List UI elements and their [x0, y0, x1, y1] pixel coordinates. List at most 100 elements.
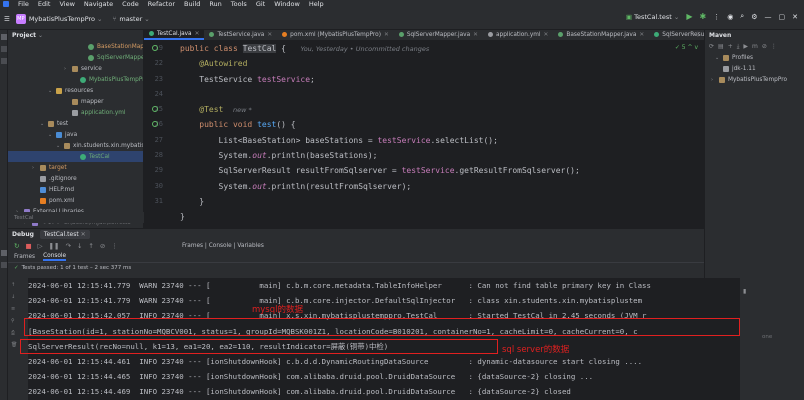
chevron-down-icon[interactable]: ⌄: [48, 132, 54, 138]
scrollbar-handle[interactable]: ▮: [743, 288, 746, 295]
editor-tab[interactable]: application.yml ✕: [483, 30, 553, 40]
pause-icon[interactable]: ❚❚: [49, 242, 60, 250]
tree-item[interactable]: SqlServerMapper: [8, 52, 143, 63]
hamburger-menu-icon[interactable]: ☰: [4, 15, 10, 23]
wrap-icon[interactable]: ≡: [11, 306, 16, 312]
debug-session-tab[interactable]: TestCal.test ✕: [39, 230, 90, 239]
menu-git[interactable]: Git: [256, 0, 265, 8]
tree-item[interactable]: BaseStationMapper: [8, 41, 143, 52]
debug-icon[interactable]: ✱: [699, 12, 706, 21]
editor-tab[interactable]: SqlServerMapper.java ✕: [394, 30, 483, 40]
search-icon[interactable]: ⌕: [740, 12, 744, 21]
step-into-icon[interactable]: ↓: [77, 242, 82, 250]
chevron-down-icon[interactable]: ⌄: [715, 55, 721, 61]
print-icon[interactable]: ⎙: [11, 330, 16, 336]
tree-item[interactable]: ⌄ resources: [8, 85, 143, 96]
inspection-widget[interactable]: ✓ 5 ^ v: [675, 44, 698, 51]
tree-item[interactable]: ⌄ java: [8, 129, 143, 140]
maximize-icon[interactable]: ▢: [779, 13, 786, 21]
tab-console[interactable]: Console: [43, 253, 67, 261]
tab-frames[interactable]: Frames: [14, 254, 35, 260]
trash-icon[interactable]: 🗑: [11, 342, 17, 348]
menu-code[interactable]: Code: [122, 0, 139, 8]
run-test-method-icon[interactable]: [152, 121, 158, 127]
run-config-selector[interactable]: ▣ TestCal.test ⌄: [626, 13, 679, 21]
menu-file[interactable]: File: [18, 0, 29, 8]
run-icon[interactable]: ▶: [686, 12, 692, 21]
project-panel-title[interactable]: Project ⌄: [8, 30, 143, 41]
structure-tool-icon[interactable]: [1, 58, 7, 64]
menu-edit[interactable]: Edit: [38, 0, 51, 8]
close-tab-icon[interactable]: ✕: [473, 32, 478, 38]
menu-tools[interactable]: Tools: [231, 0, 247, 8]
user-icon[interactable]: ◉: [727, 13, 733, 21]
step-over-icon[interactable]: ↷: [66, 242, 71, 250]
mute-breakpoints-icon[interactable]: ⊘: [100, 242, 105, 250]
editor-tab[interactable]: TestCal.java ✕: [144, 30, 205, 40]
tree-item[interactable]: pom.xml: [8, 195, 143, 206]
close-tab-icon[interactable]: ✕: [384, 32, 389, 38]
editor-tab[interactable]: BaseStationMapper.java ✕: [553, 30, 649, 40]
more-actions-icon[interactable]: ⋮: [713, 13, 720, 21]
reload-icon[interactable]: ⟳: [709, 43, 714, 50]
minimize-icon[interactable]: —: [765, 13, 772, 21]
menu-help[interactable]: Help: [309, 0, 324, 8]
menu-run[interactable]: Run: [209, 0, 221, 8]
more-icon[interactable]: ⋮: [111, 242, 118, 250]
tree-item[interactable]: › service: [8, 63, 143, 74]
step-out-icon[interactable]: ↑: [88, 242, 93, 250]
close-tab-icon[interactable]: ✕: [639, 32, 644, 38]
chevron-right-icon[interactable]: ›: [64, 66, 70, 72]
run-test-method-icon[interactable]: [152, 106, 158, 112]
chevron-right-icon[interactable]: ›: [32, 165, 38, 171]
more-tabs-icon[interactable]: ⋮: [695, 31, 701, 38]
run-test-class-icon[interactable]: [152, 45, 158, 51]
maven-tree-item[interactable]: jdk-1.11: [705, 63, 804, 74]
editor-tab[interactable]: pom.xml (MybatisPlusTempPro) ✕: [277, 30, 394, 40]
scroll-down-icon[interactable]: ↓: [11, 294, 16, 300]
menu-window[interactable]: Window: [274, 0, 300, 8]
m-icon[interactable]: m: [752, 43, 758, 50]
skip-tests-icon[interactable]: ⊘: [762, 43, 767, 50]
project-tool-icon[interactable]: [1, 34, 7, 40]
maven-panel-title[interactable]: Maven: [705, 30, 804, 41]
menu-navigate[interactable]: Navigate: [84, 0, 113, 8]
chevron-down-icon[interactable]: ⌄: [56, 143, 62, 149]
tree-item[interactable]: ⌄ test: [8, 118, 143, 129]
editor-tab[interactable]: TestService.java ✕: [204, 30, 277, 40]
add-icon[interactable]: +: [728, 43, 733, 50]
tree-item[interactable]: mapper: [8, 96, 143, 107]
close-icon[interactable]: ✕: [792, 13, 798, 21]
chevron-down-icon[interactable]: ⌄: [48, 88, 54, 94]
branch-selector[interactable]: ⑂ master ⌄: [112, 15, 149, 23]
tree-item[interactable]: ⌄ xin.students.xin.mybatisp: [8, 140, 143, 151]
menu-view[interactable]: View: [59, 0, 74, 8]
resume-icon[interactable]: ▷: [38, 242, 43, 250]
chevron-down-icon[interactable]: ⌄: [40, 121, 46, 127]
checkbox-icon[interactable]: [723, 65, 729, 72]
scroll-up-icon[interactable]: ↑: [11, 282, 16, 288]
breadcrumb[interactable]: TestCal: [8, 212, 144, 223]
settings-gear-icon[interactable]: ⚙: [751, 13, 757, 21]
close-icon[interactable]: ✕: [81, 231, 86, 238]
close-tab-icon[interactable]: ✕: [267, 32, 272, 38]
stop-icon[interactable]: ■: [25, 242, 31, 250]
run-icon[interactable]: ▶: [743, 43, 748, 50]
download-icon[interactable]: ⤓: [737, 43, 740, 51]
tree-item[interactable]: › target: [8, 162, 143, 173]
menu-build[interactable]: Build: [184, 0, 200, 8]
close-tab-icon[interactable]: ✕: [544, 32, 549, 38]
tree-item[interactable]: TestCal: [8, 151, 143, 162]
maven-tree-item[interactable]: › MybatisPlusTempPro: [705, 74, 804, 85]
tree-item[interactable]: HELP.md: [8, 184, 143, 195]
maven-tree-item[interactable]: ⌄ Profiles: [705, 52, 804, 63]
folder-icon[interactable]: ▤: [718, 43, 724, 50]
tree-item[interactable]: MybatisPlusTempPro: [8, 74, 143, 85]
rerun-icon[interactable]: ↻: [14, 242, 19, 250]
debug-tool-icon[interactable]: [1, 250, 7, 256]
code-editor[interactable]: 19 22 23 24 25 26 27 28 29 30 31 public class Test…: [144, 41, 704, 228]
commit-tool-icon[interactable]: [1, 46, 7, 52]
filter-icon[interactable]: ⚲: [11, 318, 16, 324]
menu-refactor[interactable]: Refactor: [148, 0, 175, 8]
tree-item[interactable]: .gitignore: [8, 173, 143, 184]
